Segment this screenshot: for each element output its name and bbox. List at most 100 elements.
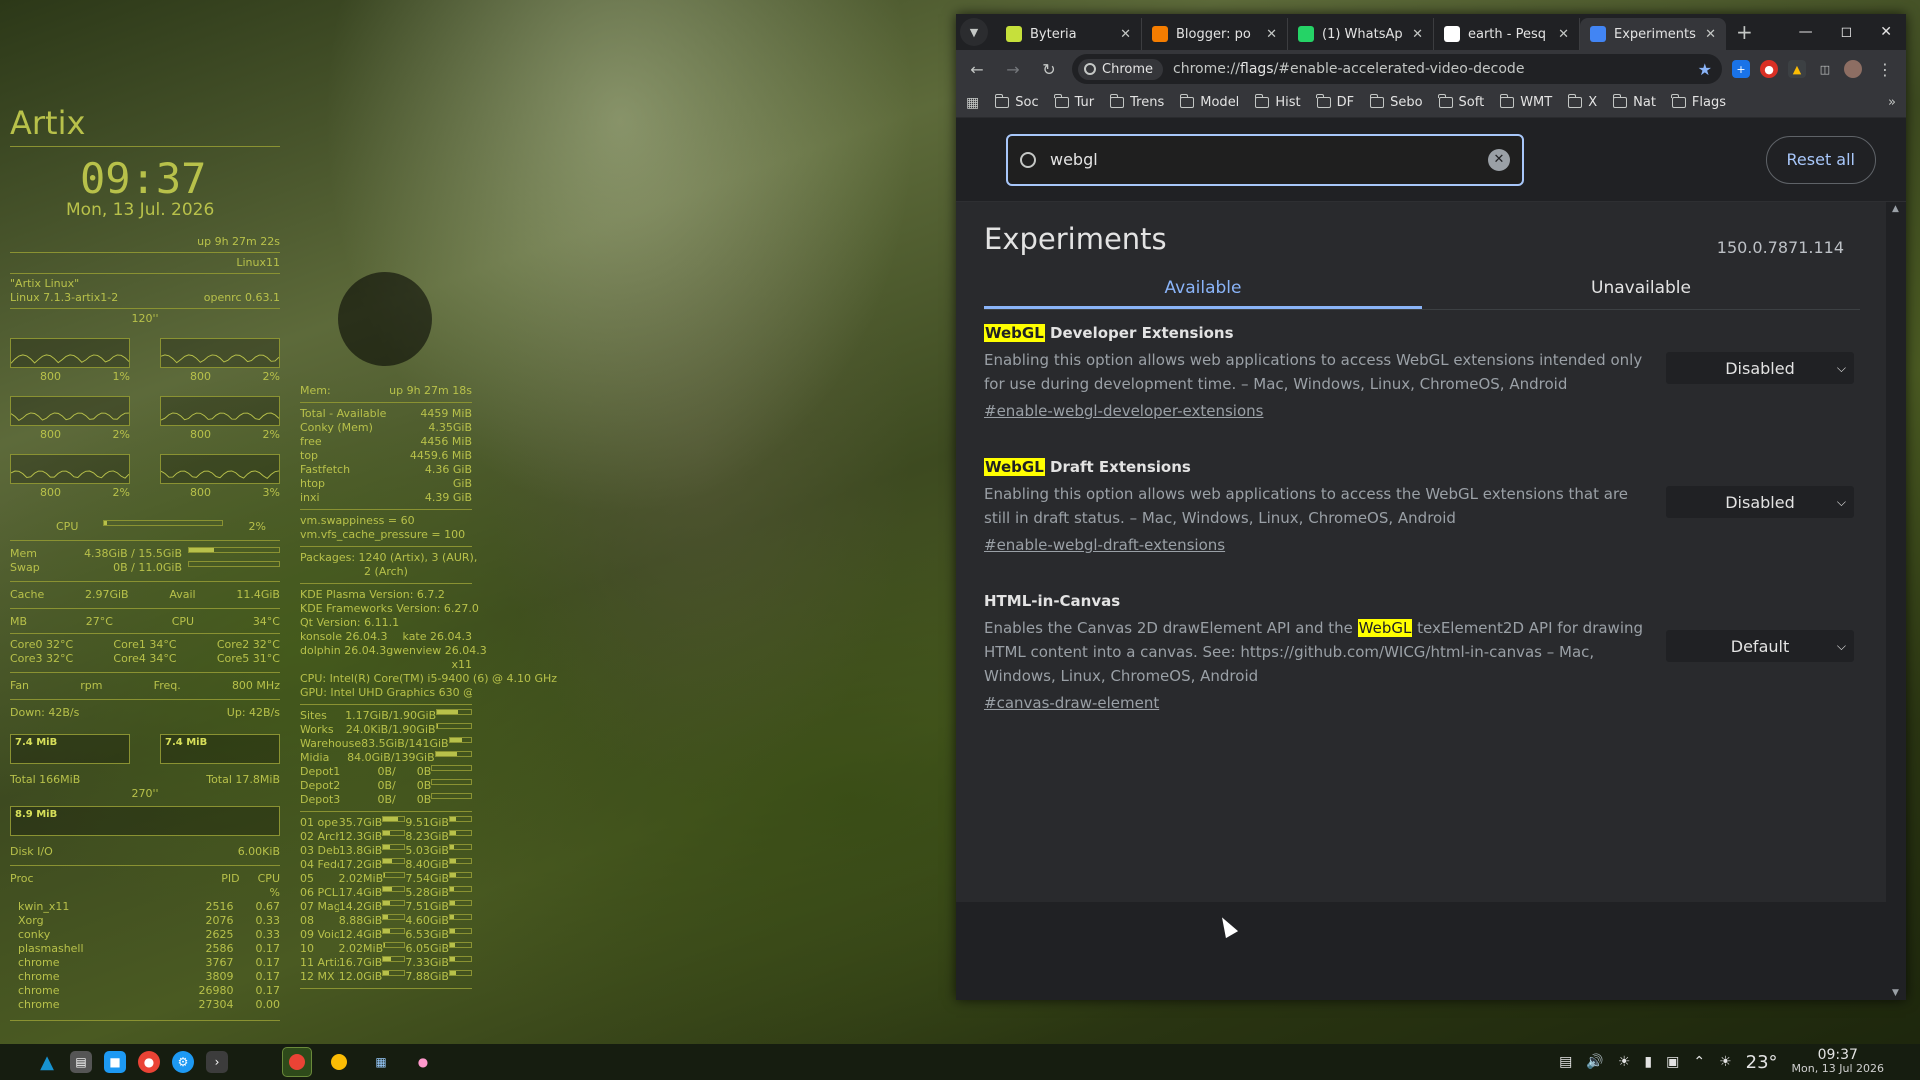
artix-launcher-icon[interactable]: ▲ <box>36 1051 58 1073</box>
partition-home-bar <box>448 844 472 850</box>
temperature[interactable]: 23° <box>1746 1052 1778 1073</box>
close-tab-icon[interactable]: ✕ <box>1412 27 1423 42</box>
conky-title: Artix <box>10 104 86 142</box>
drive-rows: Sites 1.17GiB/1.90GiB Works 24.0KiB/1.90GiB… <box>300 709 472 807</box>
browser-tab[interactable]: earth - Pesq ✕ <box>1434 18 1580 50</box>
brightness-icon[interactable]: ☀ <box>1618 1054 1631 1070</box>
gpu-info: GPU: Intel UHD Graphics 630 @ 1.05 GHz [… <box>300 686 472 699</box>
bookmark-folder[interactable]: Hist <box>1254 94 1301 110</box>
back-icon[interactable]: ← <box>964 60 990 79</box>
reset-all-button[interactable]: Reset all <box>1765 135 1876 184</box>
browser-tab[interactable]: (1) WhatsAp ✕ <box>1288 18 1434 50</box>
settings-icon[interactable]: ⚙ <box>172 1051 194 1073</box>
cache-value: 2.97GiB <box>84 588 129 601</box>
bookmark-folder[interactable]: X <box>1567 94 1597 110</box>
conky-middle-panel: Mem: up 9h 27m 18s Total - Available 4459 … <box>300 384 557 993</box>
extension-plus-icon[interactable]: + <box>1732 60 1750 78</box>
close-window-icon[interactable]: ✕ <box>1880 24 1892 40</box>
partition-root: 35.7GiB <box>338 816 383 829</box>
network-icon[interactable]: ▣ <box>1666 1054 1679 1070</box>
bookmark-folder[interactable]: Trens <box>1109 94 1164 110</box>
browser-tab[interactable]: Blogger: po ✕ <box>1142 18 1288 50</box>
flag-state-select[interactable]: Disabled ⌵ <box>1666 352 1854 384</box>
weather-icon[interactable]: ☀ <box>1719 1054 1732 1070</box>
process-pid: 26980 <box>198 984 234 997</box>
browser-tab[interactable]: Byteria ✕ <box>996 18 1142 50</box>
flag-anchor-link[interactable]: #enable-webgl-draft-extensions <box>984 536 1225 554</box>
flag-state-select[interactable]: Disabled ⌵ <box>1666 486 1854 518</box>
bookmark-folder[interactable]: DF <box>1316 94 1354 110</box>
drive-used: 83.5GiB <box>361 737 405 750</box>
bookmark-folder[interactable]: Tur <box>1054 94 1094 110</box>
partition-home: 8.40GiB <box>405 858 449 871</box>
menu-kebab-icon[interactable]: ⋮ <box>1872 60 1898 79</box>
process-name: chrome <box>18 984 60 997</box>
partition-root: 2.02MiB <box>338 872 384 885</box>
tray-expand-icon[interactable]: ⌃ <box>1693 1054 1705 1070</box>
browser-tab[interactable]: Experiments ✕ <box>1580 18 1726 50</box>
profile-avatar[interactable] <box>1844 60 1862 78</box>
tab-label: (1) WhatsAp <box>1322 26 1403 42</box>
chrome-window-task[interactable] <box>282 1047 312 1077</box>
flag-name: WebGL Draft Extensions <box>984 458 1860 476</box>
extension-yellow-icon[interactable]: ▲ <box>1788 60 1806 78</box>
terminal-icon[interactable]: › <box>206 1051 228 1073</box>
dolphin-icon[interactable]: ■ <box>104 1051 126 1073</box>
close-tab-icon[interactable]: ✕ <box>1558 27 1569 42</box>
chevron-down-icon: ⌵ <box>1836 638 1846 653</box>
extensions-puzzle-icon[interactable]: ◫ <box>1816 60 1834 78</box>
app-icon[interactable]: ▤ <box>70 1051 92 1073</box>
partition-name: 10 <box>300 942 314 955</box>
site-info-chip[interactable]: Chrome <box>1078 58 1163 80</box>
address-bar[interactable]: Chrome chrome://flags/#enable-accelerate… <box>1072 54 1722 84</box>
net-up: Up: 42B/s <box>226 706 280 719</box>
drive-row: Midia 84.0GiB/139GiB <box>300 751 472 765</box>
partition-name: 04 Fedora <box>300 858 339 871</box>
scroll-up-icon[interactable]: ▲ <box>1892 204 1899 214</box>
close-tab-icon[interactable]: ✕ <box>1120 27 1131 42</box>
maximize-icon[interactable]: ◻ <box>1841 24 1853 40</box>
flags-search-input[interactable]: webgl ✕ <box>1006 133 1524 186</box>
tab-search-button[interactable]: ▼ <box>960 18 988 46</box>
drive-used: 0B <box>377 765 393 778</box>
taskbar: ▲ ▤ ■ ● ⚙ › ▦ ● ▤ 🔊 ☀ ▮ ▣ ⌃ ☀ 23° 09:37 … <box>0 1044 1920 1080</box>
reload-icon[interactable]: ↻ <box>1036 60 1062 79</box>
bookmark-folder[interactable]: Nat <box>1612 94 1656 110</box>
tab-unavailable[interactable]: Unavailable <box>1422 268 1860 309</box>
clear-search-icon[interactable]: ✕ <box>1488 148 1510 171</box>
close-tab-icon[interactable]: ✕ <box>1266 27 1277 42</box>
flag-anchor-link[interactable]: #enable-webgl-developer-extensions <box>984 402 1263 420</box>
bookmark-folder[interactable]: Soc <box>994 94 1039 110</box>
bookmark-folder[interactable]: Sebo <box>1369 94 1423 110</box>
tab-available[interactable]: Available <box>984 268 1422 309</box>
scroll-down-icon[interactable]: ▼ <box>1892 988 1899 998</box>
drive-total: 0B <box>416 793 432 806</box>
forward-icon[interactable]: → <box>1000 60 1026 79</box>
volume-icon[interactable]: 🔊 <box>1586 1054 1603 1070</box>
chrome-task[interactable] <box>324 1051 354 1073</box>
flag-anchor-link[interactable]: #canvas-draw-element <box>984 694 1159 712</box>
disk-io-graph: 8.9 MiB <box>10 806 280 836</box>
bookmark-folder[interactable]: WMT <box>1499 94 1552 110</box>
partition-root: 14.2GiB <box>338 900 383 913</box>
partition-home: 7.88GiB <box>405 970 449 983</box>
close-tab-icon[interactable]: ✕ <box>1705 27 1716 42</box>
flag-state-select[interactable]: Default ⌵ <box>1666 630 1854 662</box>
file-manager-task[interactable]: ▦ <box>366 1051 396 1073</box>
bookmark-folder[interactable]: Soft <box>1438 94 1484 110</box>
clipboard-icon[interactable]: ▤ <box>1559 1054 1572 1070</box>
media-task[interactable]: ● <box>408 1051 438 1073</box>
more-bookmarks-icon[interactable]: » <box>1888 95 1896 110</box>
chrome-icon[interactable]: ● <box>138 1051 160 1073</box>
minimize-icon[interactable]: — <box>1799 24 1813 40</box>
page-scrollbar[interactable]: ▲ ▼ <box>1886 202 1906 1000</box>
bookmark-folder[interactable]: Flags <box>1671 94 1726 110</box>
bookmark-folder[interactable]: Model <box>1179 94 1239 110</box>
apps-grid-icon[interactable]: ▦ <box>966 95 979 111</box>
partition-row: 05 2.02MiB 7.54GiB <box>300 872 472 886</box>
bookmark-star-icon[interactable]: ★ <box>1698 60 1712 79</box>
taskbar-clock[interactable]: 09:37 Mon, 13 Jul 2026 <box>1792 1048 1884 1076</box>
new-tab-button[interactable]: + <box>1736 20 1753 44</box>
battery-icon[interactable]: ▮ <box>1644 1054 1652 1070</box>
extension-red-icon[interactable]: ● <box>1760 60 1778 78</box>
